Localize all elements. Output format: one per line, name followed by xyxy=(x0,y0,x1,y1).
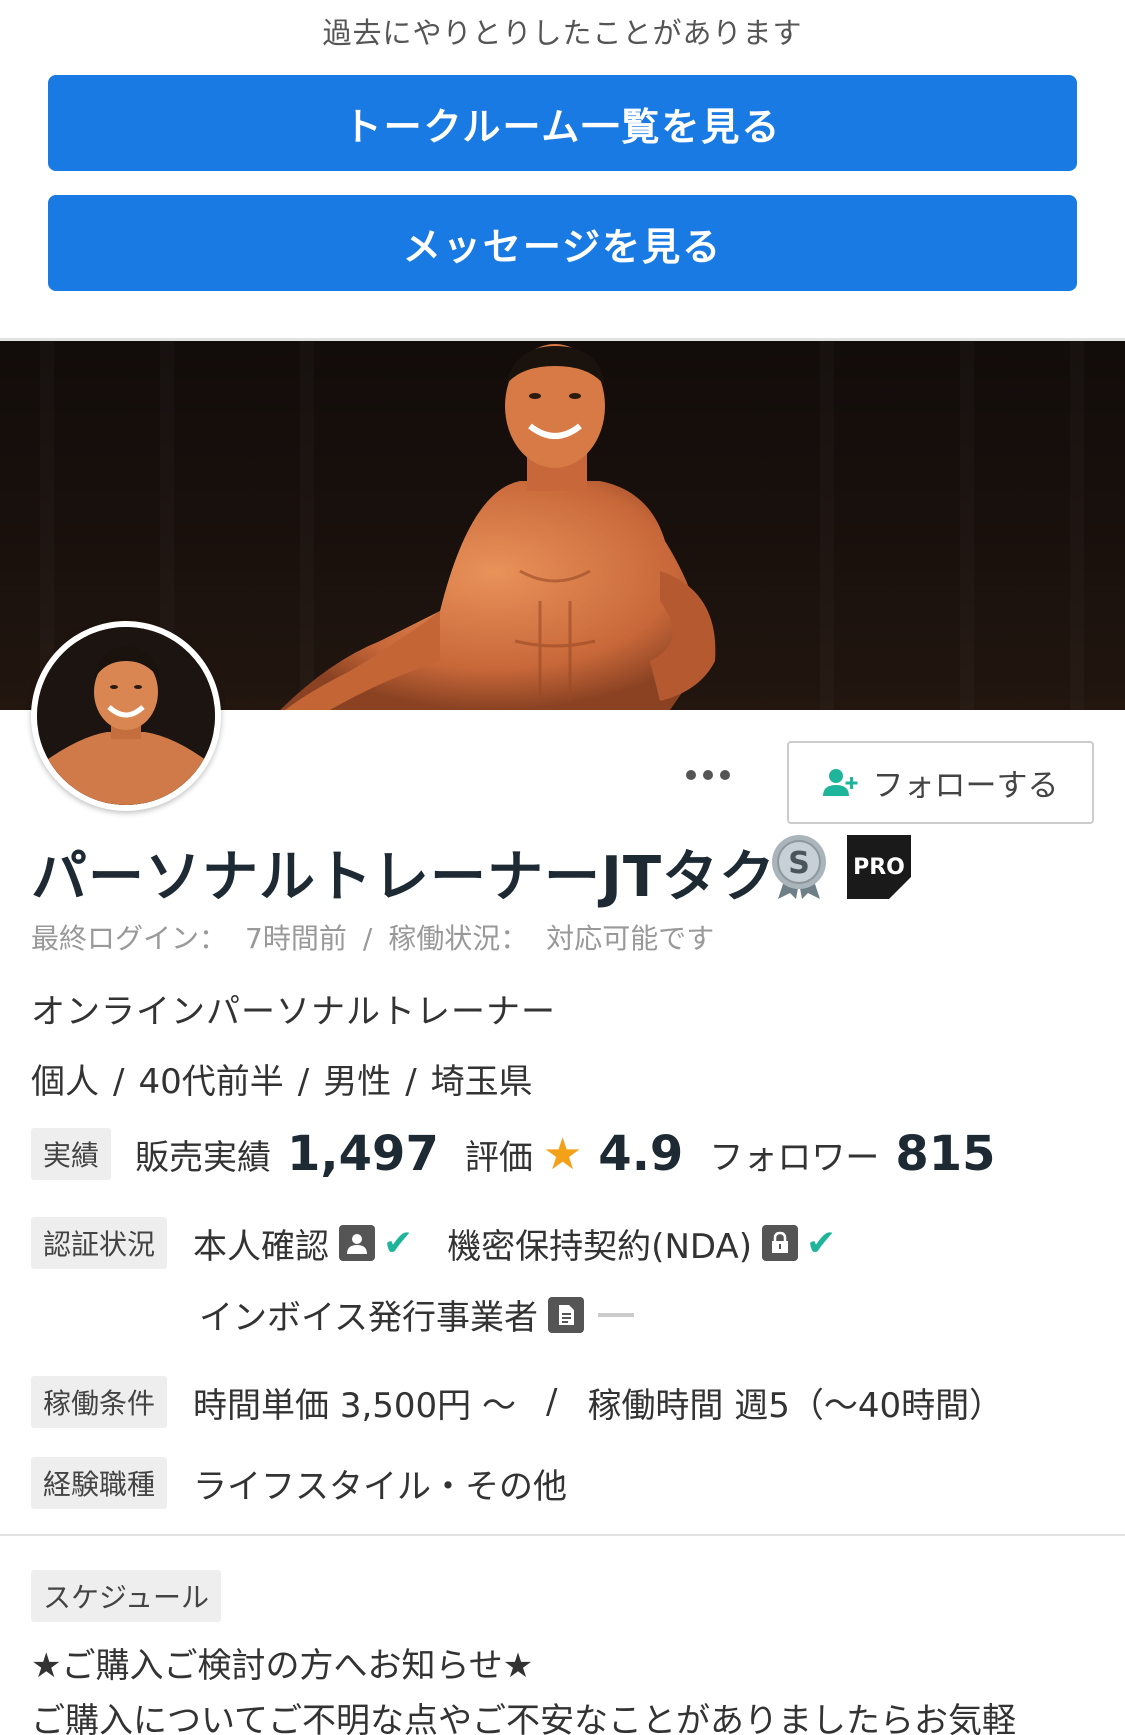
pro-icon: PRO xyxy=(847,835,911,899)
followers-value: 815 xyxy=(895,1126,996,1182)
invoice-row: インボイス発行事業者 xyxy=(199,1290,634,1339)
follow-button[interactable]: フォローする xyxy=(787,741,1094,824)
last-login-label: 最終ログイン： xyxy=(31,922,228,955)
verification-tag: 認証状況 xyxy=(31,1217,168,1269)
profile-name: パーソナルトレーナーJTタク xyxy=(31,845,777,910)
follow-button-label: フォローする xyxy=(872,768,1059,804)
more-options-icon[interactable] xyxy=(686,770,730,780)
sales-label: 販売実績 xyxy=(135,1137,272,1178)
pro-badge-label: PRO xyxy=(853,854,905,880)
experience-tag: 経験職種 xyxy=(31,1457,168,1509)
rank-s-icon: S xyxy=(772,835,826,899)
rating-value: 4.9 xyxy=(598,1126,684,1182)
divider xyxy=(0,1534,1125,1536)
check-icon: ✔ xyxy=(383,1222,414,1264)
hourly-rate: 時間単価 3,500円 〜 xyxy=(193,1385,516,1426)
experience-value: ライフスタイル・その他 xyxy=(193,1466,568,1507)
conditions-tag: 稼働条件 xyxy=(31,1376,168,1428)
avatar-photo xyxy=(37,627,215,805)
stats-tag: 実績 xyxy=(31,1128,112,1180)
attr-type: 個人 xyxy=(31,1062,99,1102)
work-status-label: 稼働状況： xyxy=(388,922,529,955)
profile-catchphrase: オンラインパーソナルトレーナー xyxy=(31,992,556,1032)
attr-location: 埼玉県 xyxy=(430,1062,533,1102)
invoice-label: インボイス発行事業者 xyxy=(199,1298,538,1338)
dash-icon xyxy=(597,1312,634,1317)
stats-row: 実績 販売実績 1,497 評価 ★ 4.9 フォロワー 815 xyxy=(31,1126,996,1182)
working-hours: 稼働時間 週5（〜40時間） xyxy=(587,1385,1004,1426)
verification-row: 認証状況 本人確認 ✔ 機密保持契約(NDA) ✔ xyxy=(31,1217,836,1269)
sales-value: 1,497 xyxy=(287,1126,439,1182)
schedule-line-1: ★ご購入ご検討の方へお知らせ★ xyxy=(31,1646,534,1686)
login-status: 最終ログイン： 7時間前 / 稼働状況： 対応可能です xyxy=(31,922,715,955)
star-icon: ★ xyxy=(542,1128,583,1180)
past-interaction-notice: 過去にやりとりしたことがあります xyxy=(322,16,803,50)
schedule-line-2: ご購入についてご不明な点やご不安なことがありましたらお気軽 xyxy=(31,1701,1016,1735)
check-icon: ✔ xyxy=(806,1222,837,1264)
experience-row: 経験職種 ライフスタイル・その他 xyxy=(31,1457,567,1509)
lock-icon xyxy=(762,1225,798,1261)
attr-age: 40代前半 xyxy=(138,1062,284,1102)
person-plus-icon xyxy=(822,768,857,796)
attr-gender: 男性 xyxy=(323,1062,392,1102)
rating-label: 評価 xyxy=(464,1137,533,1178)
conditions-row: 稼働条件 時間単価 3,500円 〜 / 稼働時間 週5（〜40時間） xyxy=(31,1376,1003,1428)
identity-verified-label: 本人確認 xyxy=(193,1226,330,1267)
document-icon xyxy=(547,1296,584,1333)
schedule-tag: スケジュール xyxy=(31,1570,222,1622)
rank-badge-label: S xyxy=(788,846,810,881)
work-status-value: 対応可能です xyxy=(546,922,715,955)
followers-label: フォロワー xyxy=(709,1137,880,1178)
last-login-value: 7時間前 xyxy=(245,922,347,955)
avatar[interactable] xyxy=(31,621,221,811)
person-card-icon xyxy=(339,1225,376,1261)
nda-label: 機密保持契約(NDA) xyxy=(447,1226,752,1267)
profile-attributes: 個人/40代前半 / 男性 / 埼玉県 xyxy=(31,1062,533,1102)
talkroom-list-button[interactable]: トークルーム一覧を見る xyxy=(48,75,1077,171)
view-messages-button[interactable]: メッセージを見る xyxy=(48,195,1077,291)
